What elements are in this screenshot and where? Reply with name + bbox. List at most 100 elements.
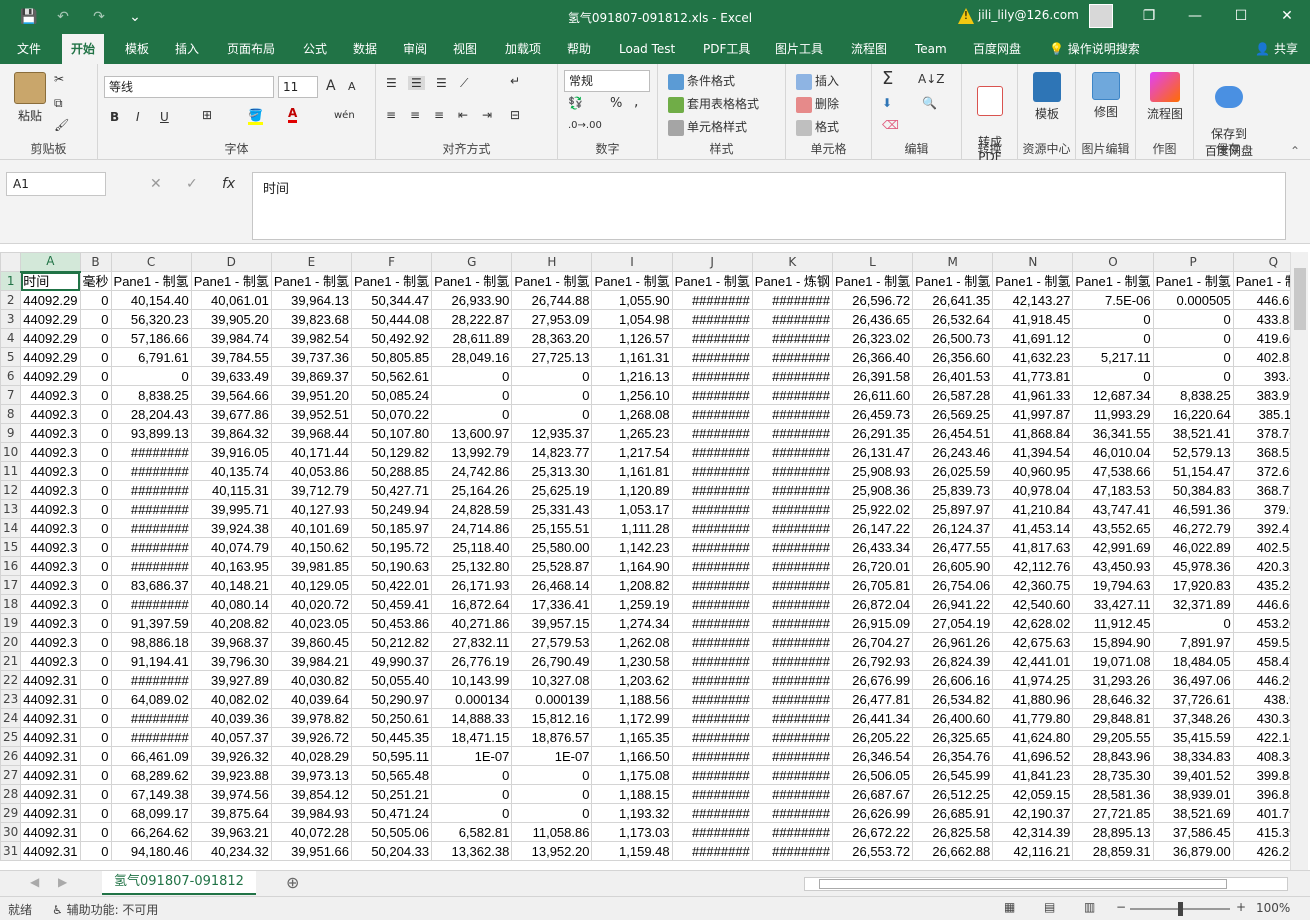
cell[interactable]: 42,540.60 <box>992 594 1074 614</box>
cell[interactable]: 37,586.45 <box>1152 822 1234 842</box>
align-middle-icon[interactable]: ☰ <box>408 76 425 90</box>
cell[interactable]: 37,348.26 <box>1152 708 1234 728</box>
zoom-out-icon[interactable]: − <box>1116 900 1126 914</box>
cell[interactable]: 1,053.17 <box>591 499 673 519</box>
cell[interactable]: 44092.3 <box>20 594 81 614</box>
column-header[interactable]: P <box>1152 252 1234 272</box>
cell[interactable]: 28,049.16 <box>431 347 513 367</box>
cell[interactable]: 39,963.21 <box>190 822 272 842</box>
cell[interactable]: 1,164.90 <box>591 556 673 576</box>
cell[interactable]: 26,915.09 <box>831 613 914 633</box>
cell[interactable]: 毫秒 <box>79 271 112 291</box>
cell[interactable]: 43,747.41 <box>1072 499 1154 519</box>
row-header[interactable]: 4 <box>0 328 22 348</box>
cell[interactable]: Pane1 - 制氢 <box>1232 271 1290 291</box>
cell[interactable]: ######## <box>110 518 192 538</box>
cell[interactable]: 40,129.05 <box>270 575 353 595</box>
enter-icon[interactable]: ✓ <box>186 172 198 196</box>
grow-font-button[interactable]: A <box>326 78 336 94</box>
number-format-select[interactable]: 常规 <box>564 70 650 92</box>
cell[interactable]: ######## <box>751 461 833 481</box>
cell[interactable]: 39,564.66 <box>190 385 272 405</box>
cell[interactable]: ######## <box>671 461 753 481</box>
cell[interactable]: 27,054.19 <box>912 613 994 633</box>
cell[interactable]: ######## <box>110 708 192 728</box>
row-header[interactable]: 3 <box>0 309 22 329</box>
cell[interactable]: 38,521.41 <box>1152 423 1234 443</box>
cell[interactable]: 26,459.73 <box>831 404 914 424</box>
cell[interactable]: 25,313.30 <box>511 461 593 481</box>
row-header[interactable]: 14 <box>0 518 22 538</box>
cell[interactable]: 40,020.72 <box>270 594 353 614</box>
prev-sheet-icon[interactable]: ◀ <box>30 875 39 889</box>
cell[interactable]: 39,926.72 <box>270 727 353 747</box>
cell[interactable]: 41,779.80 <box>992 708 1074 728</box>
cell[interactable]: 50,288.85 <box>350 461 433 481</box>
row-header[interactable]: 11 <box>0 461 22 481</box>
cell[interactable]: 26,569.25 <box>912 404 994 424</box>
cell[interactable]: 0 <box>431 404 513 424</box>
row-header[interactable]: 31 <box>0 841 22 861</box>
cell[interactable]: 29,205.55 <box>1072 727 1154 747</box>
cell[interactable]: 1,159.48 <box>591 841 673 861</box>
cell[interactable]: 24,714.86 <box>431 518 513 538</box>
cell[interactable]: 25,132.80 <box>431 556 513 576</box>
cell[interactable]: 399.8838 <box>1232 765 1290 785</box>
cell[interactable]: 39,995.71 <box>190 499 272 519</box>
cell[interactable]: 44092.3 <box>20 575 81 595</box>
cell[interactable]: 26,468.14 <box>511 575 593 595</box>
column-header[interactable]: O <box>1072 252 1154 272</box>
cell[interactable]: 1,111.28 <box>591 518 673 538</box>
cell[interactable]: 39,974.56 <box>190 784 272 804</box>
cell[interactable]: 0 <box>431 366 513 386</box>
cell[interactable]: 41,918.45 <box>992 309 1074 329</box>
cell[interactable]: 25,897.97 <box>912 499 994 519</box>
cell[interactable]: 25,155.51 <box>511 518 593 538</box>
fill-color-icon[interactable]: 🪣 <box>248 108 263 125</box>
cell[interactable]: 40,978.04 <box>992 480 1074 500</box>
cell[interactable]: 41,841.23 <box>992 765 1074 785</box>
tab-baidu-netdisk[interactable]: 百度网盘 <box>964 34 1030 64</box>
cell[interactable]: 67,149.38 <box>110 784 192 804</box>
cell[interactable]: 446.2088 <box>1232 670 1290 690</box>
cell[interactable]: 11,912.45 <box>1072 613 1154 633</box>
worksheet-grid[interactable]: ABCDEFGHIJKLMNOPQR 1时间毫秒Pane1 - 制氢Pane1 … <box>0 252 1290 870</box>
cell[interactable]: 44092.3 <box>20 499 81 519</box>
cell[interactable]: 28,581.36 <box>1072 784 1154 804</box>
cell[interactable]: 1,208.82 <box>591 575 673 595</box>
row-header[interactable]: 1 <box>0 271 22 291</box>
cell[interactable]: ######## <box>671 594 753 614</box>
cell[interactable]: ######## <box>110 461 192 481</box>
accessibility-status[interactable]: ♿ 辅助功能: 不可用 <box>52 901 158 918</box>
cell[interactable]: 40,080.14 <box>190 594 272 614</box>
cell[interactable]: 25,164.26 <box>431 480 513 500</box>
column-header[interactable]: N <box>992 252 1074 272</box>
cell[interactable]: ######## <box>671 556 753 576</box>
cell[interactable]: 39,923.88 <box>190 765 272 785</box>
cell[interactable]: 402.5888 <box>1232 537 1290 557</box>
cell[interactable]: 459.5854 <box>1232 632 1290 652</box>
borders-icon[interactable]: ⊞ <box>202 108 212 122</box>
cell[interactable]: 50,070.22 <box>350 404 433 424</box>
cell[interactable]: 27,953.09 <box>511 309 593 329</box>
cell[interactable]: 0 <box>79 822 112 842</box>
cell[interactable]: 26,346.54 <box>831 746 914 766</box>
cell[interactable]: ######## <box>671 537 753 557</box>
cell[interactable]: 1,193.32 <box>591 803 673 823</box>
cell[interactable]: 26,401.53 <box>912 366 994 386</box>
cell[interactable]: 26,205.22 <box>831 727 914 747</box>
cell[interactable]: 40,074.79 <box>190 537 272 557</box>
tab-page-layout[interactable]: 页面布局 <box>218 34 284 64</box>
cell[interactable]: 44092.29 <box>20 366 81 386</box>
cell[interactable]: 39,916.05 <box>190 442 272 462</box>
zoom-in-icon[interactable]: + <box>1236 900 1246 914</box>
cell[interactable]: 0 <box>79 537 112 557</box>
next-sheet-icon[interactable]: ▶ <box>58 875 67 889</box>
ribbon-display-options-icon[interactable]: ❐ <box>1126 0 1172 34</box>
cell[interactable]: 453.2021 <box>1232 613 1290 633</box>
cell[interactable]: 1E-07 <box>431 746 513 766</box>
column-header[interactable]: A <box>20 252 81 273</box>
cell[interactable]: 33,427.11 <box>1072 594 1154 614</box>
cell[interactable]: 26,354.76 <box>912 746 994 766</box>
cell[interactable]: 28,204.43 <box>110 404 192 424</box>
